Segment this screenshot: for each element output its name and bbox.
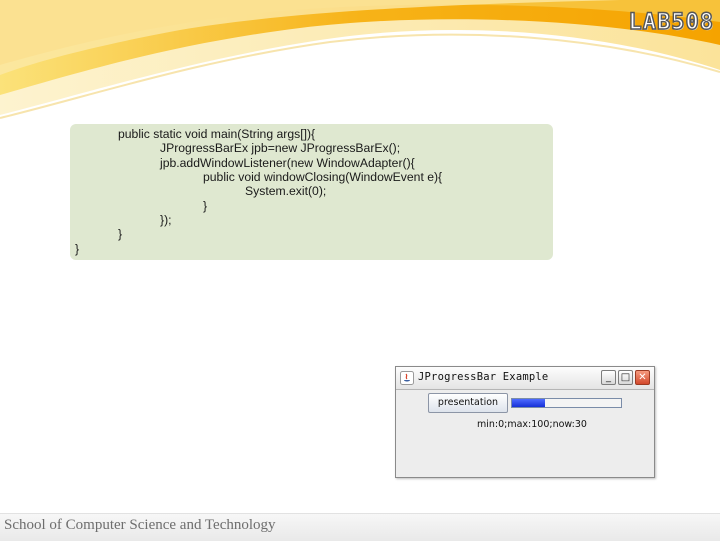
code-line-6: }	[203, 199, 208, 213]
presentation-button[interactable]: presentation	[428, 393, 508, 413]
code-line-1: public static void main(String args[]){	[118, 127, 316, 141]
lab-logo: LAB508	[628, 9, 714, 35]
code-line-4: public void windowClosing(WindowEvent e)…	[203, 170, 443, 184]
java-window: JProgressBar Example _ □ ✕ presentation …	[395, 366, 655, 478]
code-line-5: System.exit(0);	[245, 184, 327, 198]
code-line-2: JProgressBarEx jpb=new JProgressBarEx();	[160, 141, 401, 155]
footer-text: School of Computer Science and Technolog…	[4, 517, 276, 533]
header-swoosh	[0, 0, 720, 119]
java-icon	[400, 371, 414, 385]
close-button[interactable]: ✕	[635, 370, 650, 385]
minimize-button[interactable]: _	[601, 370, 616, 385]
code-line-7: });	[160, 213, 172, 227]
progress-bar	[511, 398, 622, 408]
progress-bar-fill	[512, 399, 545, 407]
java-window-content: presentation min:0;max:100;now:30	[396, 390, 654, 477]
java-window-title: JProgressBar Example	[418, 371, 549, 383]
progress-status-label: min:0;max:100;now:30	[477, 419, 587, 430]
code-line-9: }	[75, 242, 80, 256]
maximize-button[interactable]: □	[618, 370, 633, 385]
code-line-3: jpb.addWindowListener(new WindowAdapter(…	[160, 156, 415, 170]
code-line-8: }	[118, 227, 123, 241]
java-window-titlebar[interactable]: JProgressBar Example _ □ ✕	[396, 367, 654, 390]
